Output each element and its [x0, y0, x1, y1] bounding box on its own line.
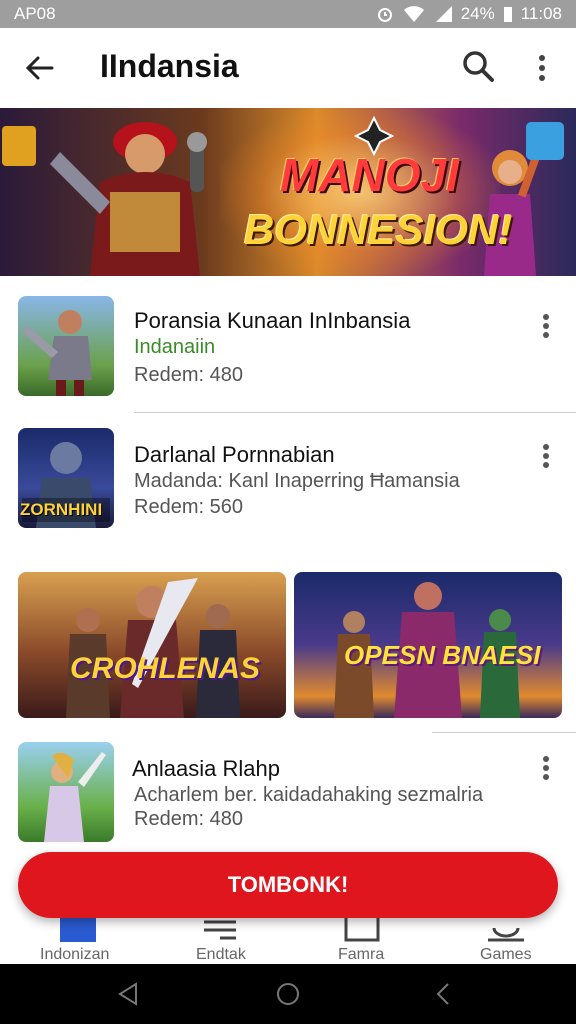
profile-icon[interactable]	[486, 918, 526, 942]
home-icon[interactable]	[58, 918, 98, 942]
list-item[interactable]: ZORNHINI Darlanal Pornnabian Madanda: Ka…	[0, 424, 576, 544]
game-thumbnail	[18, 296, 114, 396]
nav-item-saved[interactable]: Famra	[338, 946, 384, 964]
warrior-illustration	[50, 122, 207, 276]
thumbnail-label: ZORNHINI	[20, 500, 103, 519]
item-subtitle: Acharlem ber. kaidadahaking sezmalria	[134, 784, 484, 806]
item-title: Anlaasia Rlahp	[132, 756, 280, 781]
game-thumbnail: ZORNHINI	[18, 428, 114, 528]
list-item[interactable]: Anlaasia Rlahp Acharlem ber. kaidadahaki…	[0, 738, 576, 858]
heroes-illustration	[66, 578, 240, 718]
banner-title-line2: BONNESION!	[244, 206, 513, 253]
page-title: IIndansia	[100, 48, 239, 84]
search-icon[interactable]	[460, 48, 496, 84]
divider	[432, 732, 576, 733]
divider	[134, 412, 576, 413]
item-title: Poransia Kunaan InInbansia	[134, 308, 411, 333]
status-bar: AP08 24% 11:08	[0, 0, 576, 28]
status-icons: 24% 11:08	[375, 4, 562, 24]
signal-icon	[435, 6, 452, 22]
back-nav-icon[interactable]	[116, 982, 140, 1006]
more-vert-icon[interactable]	[536, 312, 556, 340]
tile-label: OPESN BNAESI	[344, 640, 541, 670]
app-bar: IIndansia	[0, 28, 576, 108]
more-vert-icon[interactable]	[536, 754, 556, 782]
nav-item-list[interactable]: Endtak	[196, 946, 246, 964]
item-meta: Redem: 480	[134, 808, 243, 830]
wifi-icon	[403, 6, 424, 22]
item-subtitle: Indanaiin	[134, 336, 216, 358]
bookmark-icon[interactable]	[342, 918, 382, 942]
battery-level: 24%	[460, 4, 495, 23]
list-item[interactable]: Poransia Kunaan InInbansia Indanaiin Red…	[0, 290, 576, 410]
banner-title-line1: MANOJI	[280, 149, 459, 201]
carrier-label: AP08	[14, 4, 56, 23]
item-title: Darlanal Pornnabian	[134, 442, 335, 467]
nav-item-home[interactable]: Indonizan	[40, 946, 109, 964]
featured-tile[interactable]: CROHLENAS	[18, 572, 286, 718]
nav-item-games[interactable]: Games	[480, 946, 532, 964]
bottom-nav: Indonizan Endtak Famra Games	[0, 918, 576, 964]
alarm-icon	[377, 8, 392, 22]
recents-nav-icon[interactable]	[432, 982, 456, 1006]
list-icon[interactable]	[200, 918, 240, 942]
item-subtitle: Madanda: Kanl Inaperring Ħamansia	[134, 470, 460, 492]
battery-icon	[503, 7, 512, 22]
system-nav-bar	[0, 964, 576, 1024]
back-arrow-icon[interactable]	[22, 50, 58, 86]
game-thumbnail	[18, 742, 114, 842]
clock: 11:08	[520, 4, 562, 23]
tile-label: CROHLENAS	[70, 652, 261, 685]
item-meta: Redem: 480	[134, 364, 243, 386]
more-vert-icon[interactable]	[530, 50, 554, 86]
gem-icon	[526, 122, 564, 160]
featured-tile[interactable]: OPESN BNAESI	[294, 572, 562, 718]
item-meta: Redem: 560	[134, 496, 243, 518]
more-vert-icon[interactable]	[536, 442, 556, 470]
home-nav-icon[interactable]	[276, 982, 300, 1006]
gem-icon	[2, 126, 36, 166]
primary-cta-button[interactable]: TOMBONK!	[18, 852, 558, 918]
